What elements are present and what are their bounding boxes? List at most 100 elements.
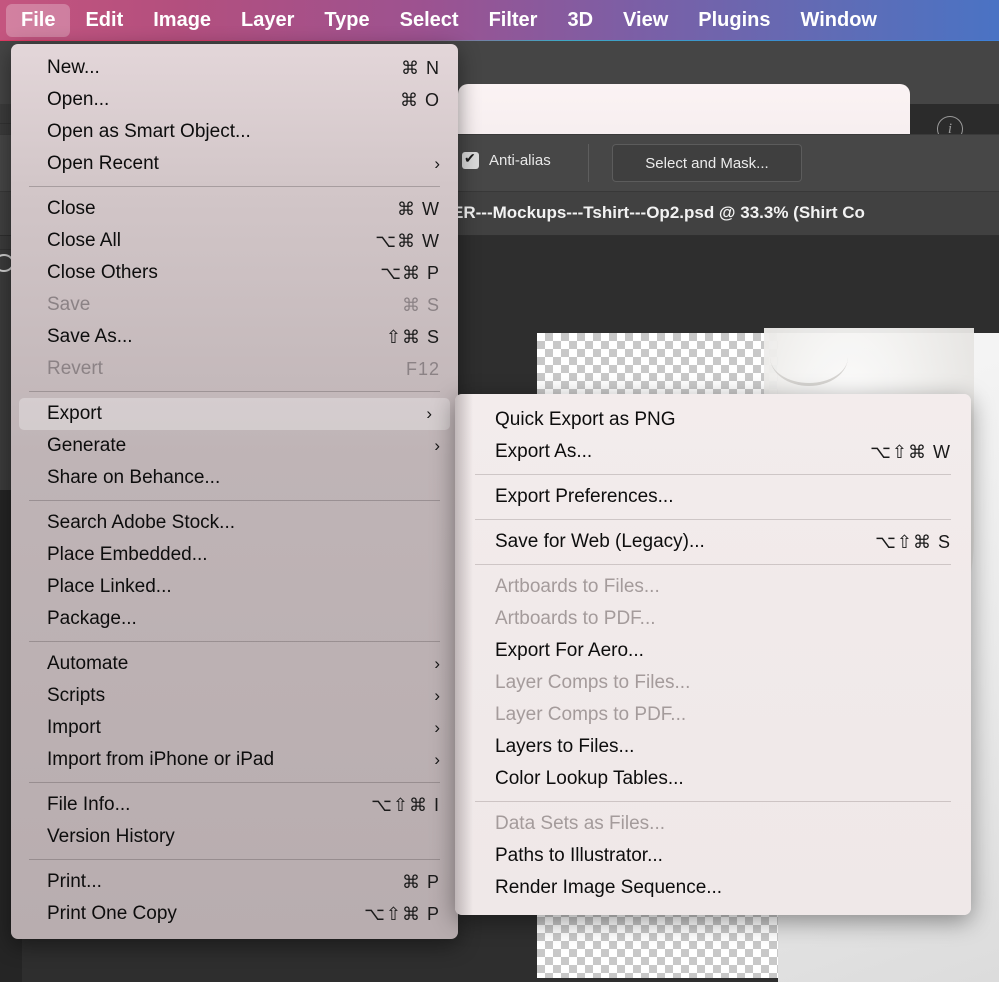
menu-separator	[29, 859, 440, 860]
menu-item-label: Place Embedded...	[47, 544, 208, 565]
submenu-separator	[475, 801, 951, 802]
menu-item-label: Open as Smart Object...	[47, 121, 251, 142]
menu-item-layer[interactable]: Layer	[226, 4, 309, 37]
chevron-right-icon: ›	[434, 654, 440, 673]
export-submenu-item-export-as[interactable]: Export As... ⌥⇧⌘ W	[455, 436, 971, 468]
screen-root: B esign i Anti-alias Select and Mask... …	[0, 0, 999, 982]
file-menu-item-open-as-smart-object[interactable]: Open as Smart Object...	[11, 116, 458, 148]
export-submenu-item-paths-to-illustrator[interactable]: Paths to Illustrator...	[455, 840, 971, 872]
export-submenu-item-artboards-to-pdf: Artboards to PDF...	[455, 603, 971, 635]
menu-item-filter[interactable]: Filter	[474, 4, 553, 37]
submenu-item-label: Save for Web (Legacy)...	[495, 531, 705, 552]
menu-item-label: Generate	[47, 435, 127, 456]
submenu-item-label: Export For Aero...	[495, 640, 644, 661]
menu-item-type[interactable]: Type	[309, 4, 384, 37]
menu-item-select[interactable]: Select	[385, 4, 474, 37]
antialias-option[interactable]: Anti-alias	[462, 150, 551, 169]
menu-item-label: Save As...	[47, 326, 133, 347]
file-menu-dropdown[interactable]: New... ⌘ N Open... ⌘ O Open as Smart Object.…	[11, 44, 458, 939]
file-menu-item-close-all[interactable]: Close All ⌥⌘ W	[11, 225, 458, 257]
submenu-item-label: Data Sets as Files...	[495, 813, 666, 834]
file-menu-item-save-as[interactable]: Save As... ⇧⌘ S	[11, 321, 458, 353]
menu-item-shortcut: ⌥⇧⌘ I	[371, 794, 440, 815]
menu-item-label: Close Others	[47, 262, 158, 283]
file-menu-item-close[interactable]: Close ⌘ W	[11, 193, 458, 225]
menu-separator	[29, 782, 440, 783]
export-submenu[interactable]: Quick Export as PNG Export As... ⌥⇧⌘ W Expo…	[455, 394, 971, 915]
file-menu-item-place-embedded[interactable]: Place Embedded...	[11, 539, 458, 571]
file-menu-item-revert: Revert F12	[11, 353, 458, 385]
options-divider	[588, 144, 589, 182]
antialias-checkbox[interactable]	[462, 150, 479, 169]
menu-item-label: Place Linked...	[47, 576, 172, 597]
submenu-item-label: Layer Comps to PDF...	[495, 704, 687, 725]
menu-item-label: Scripts	[47, 685, 106, 706]
submenu-item-shortcut: ⌥⇧⌘ S	[875, 531, 951, 552]
home-panel-card[interactable]	[458, 84, 910, 140]
submenu-item-label: Layer Comps to Files...	[495, 672, 691, 693]
menu-item-label: File Info...	[47, 794, 131, 815]
file-menu-item-new[interactable]: New... ⌘ N	[11, 52, 458, 84]
submenu-item-label: Quick Export as PNG	[495, 409, 676, 430]
document-title: ER---Mockups---Tshirt---Op2.psd @ 33.3% …	[452, 203, 865, 222]
export-submenu-item-layer-comps-to-files: Layer Comps to Files...	[455, 667, 971, 699]
menu-item-label: Revert	[47, 358, 103, 379]
menu-item-image[interactable]: Image	[138, 4, 226, 37]
file-menu-item-close-others[interactable]: Close Others ⌥⌘ P	[11, 257, 458, 289]
file-menu-item-share-on-behance[interactable]: Share on Behance...	[11, 462, 458, 494]
file-menu-item-export[interactable]: Export ›	[19, 398, 450, 430]
menu-separator	[29, 186, 440, 187]
file-menu-item-scripts[interactable]: Scripts ›	[11, 680, 458, 712]
submenu-separator	[475, 474, 951, 475]
file-menu-item-generate[interactable]: Generate ›	[11, 430, 458, 462]
file-menu-item-version-history[interactable]: Version History	[11, 821, 458, 853]
menu-item-edit[interactable]: Edit	[70, 4, 138, 37]
submenu-item-label: Color Lookup Tables...	[495, 768, 684, 789]
menu-item-label: Import from iPhone or iPad	[47, 749, 275, 770]
menu-item-plugins[interactable]: Plugins	[683, 4, 785, 37]
menu-item-label: Package...	[47, 608, 137, 629]
file-menu-item-open[interactable]: Open... ⌘ O	[11, 84, 458, 116]
export-submenu-item-save-for-web-legacy[interactable]: Save for Web (Legacy)... ⌥⇧⌘ S	[455, 526, 971, 558]
file-menu-item-open-recent[interactable]: Open Recent ›	[11, 148, 458, 180]
export-submenu-item-color-lookup-tables[interactable]: Color Lookup Tables...	[455, 763, 971, 795]
file-menu-item-search-adobe-stock[interactable]: Search Adobe Stock...	[11, 507, 458, 539]
file-menu-item-print[interactable]: Print... ⌘ P	[11, 866, 458, 898]
menu-item-label: Share on Behance...	[47, 467, 221, 488]
export-submenu-item-export-preferences[interactable]: Export Preferences...	[455, 481, 971, 513]
menu-item-file[interactable]: File	[6, 3, 71, 37]
menu-item-shortcut: ⌘ O	[399, 89, 440, 110]
menu-item-view[interactable]: View	[608, 4, 683, 37]
export-submenu-item-data-sets-as-files: Data Sets as Files...	[455, 808, 971, 840]
file-menu-item-print-one-copy[interactable]: Print One Copy ⌥⇧⌘ P	[11, 898, 458, 930]
menu-item-shortcut: ⌥⇧⌘ P	[364, 903, 440, 924]
submenu-separator	[475, 564, 951, 565]
menu-item-window[interactable]: Window	[786, 4, 892, 37]
menu-item-shortcut: ⌘ P	[401, 871, 440, 892]
export-submenu-item-quick-export-as-png[interactable]: Quick Export as PNG	[455, 404, 971, 436]
menu-item-label: Close All	[47, 230, 121, 251]
menu-item-label: Print...	[47, 871, 102, 892]
file-menu-item-import-from-iphone-or-ipad[interactable]: Import from iPhone or iPad ›	[11, 744, 458, 776]
select-and-mask-button[interactable]: Select and Mask...	[612, 144, 802, 182]
submenu-item-shortcut: ⌥⇧⌘ W	[870, 441, 951, 462]
export-submenu-item-layers-to-files[interactable]: Layers to Files...	[455, 731, 971, 763]
file-menu-item-place-linked[interactable]: Place Linked...	[11, 571, 458, 603]
menu-item-shortcut: ⇧⌘ S	[385, 326, 440, 347]
menu-separator	[29, 641, 440, 642]
file-menu-item-automate[interactable]: Automate ›	[11, 648, 458, 680]
file-menu-item-save: Save ⌘ S	[11, 289, 458, 321]
chevron-right-icon: ›	[434, 750, 440, 769]
menu-separator	[29, 500, 440, 501]
export-submenu-item-render-image-sequence[interactable]: Render Image Sequence...	[455, 872, 971, 904]
menu-item-shortcut: F12	[405, 358, 440, 379]
export-submenu-item-export-for-aero[interactable]: Export For Aero...	[455, 635, 971, 667]
file-menu-item-file-info[interactable]: File Info... ⌥⇧⌘ I	[11, 789, 458, 821]
chevron-right-icon: ›	[434, 154, 440, 173]
file-menu-item-package[interactable]: Package...	[11, 603, 458, 635]
file-menu-item-import[interactable]: Import ›	[11, 712, 458, 744]
menu-item-3d[interactable]: 3D	[552, 4, 608, 37]
menu-item-label: Import	[47, 717, 101, 738]
submenu-item-label: Render Image Sequence...	[495, 877, 723, 898]
submenu-item-label: Artboards to Files...	[495, 576, 660, 597]
